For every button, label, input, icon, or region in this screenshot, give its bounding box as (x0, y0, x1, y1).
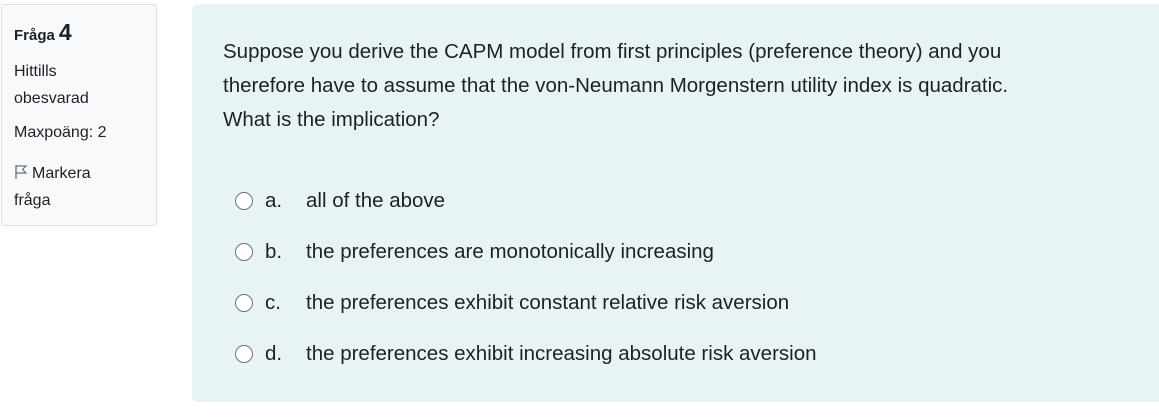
question-state: Hittills obesvarad (14, 58, 144, 112)
answer-text: all of the above (306, 188, 446, 212)
radio-button[interactable] (235, 344, 253, 363)
answer-list: a. all of the above b. the preferences a… (223, 175, 1142, 379)
answer-option-c[interactable]: c. the preferences exhibit constant rela… (223, 277, 1142, 328)
answer-option-b[interactable]: b. the preferences are monotonically inc… (223, 226, 1142, 277)
flag-icon (15, 165, 28, 179)
flag-question-link[interactable]: Markera fråga (14, 160, 144, 214)
radio-button[interactable] (235, 242, 253, 261)
question-text-line-2: therefore have to assume that the von-Ne… (223, 74, 1009, 97)
answer-option-a[interactable]: a. all of the above (223, 175, 1142, 226)
question-text-line-3: What is the implication? (223, 108, 440, 131)
question-text: Suppose you derive the CAPM model from f… (223, 35, 1123, 137)
question-info-panel: Fråga 4 Hittills obesvarad Maxpoäng: 2 Ma… (1, 4, 157, 226)
answer-text: the preferences are monotonically increa… (306, 239, 714, 263)
max-points: Maxpoäng: 2 (14, 124, 107, 141)
answer-letter: c. (265, 290, 281, 314)
answer-text: the preferences exhibit increasing absol… (306, 341, 817, 365)
answer-option-d[interactable]: d. the preferences exhibit increasing ab… (223, 328, 1142, 379)
state-line-1: Hittills (14, 63, 57, 80)
state-line-2: obesvarad (14, 90, 89, 107)
answer-letter: b. (265, 239, 283, 263)
answer-text: the preferences exhibit constant relativ… (306, 290, 790, 314)
radio-button[interactable] (235, 191, 253, 210)
question-text-line-1: Suppose you derive the CAPM model from f… (223, 40, 1002, 63)
flag-label-line-1: Markera (32, 165, 91, 182)
answer-letter: a. (265, 188, 283, 212)
answer-letter: d. (265, 341, 283, 365)
question-label: Fråga (14, 27, 55, 44)
question-number-value: 4 (58, 19, 72, 45)
radio-button[interactable] (235, 293, 253, 312)
question-content: Suppose you derive the CAPM model from f… (192, 4, 1159, 402)
flag-label-line-2: fråga (14, 192, 51, 209)
question-number: Fråga 4 (14, 19, 144, 46)
